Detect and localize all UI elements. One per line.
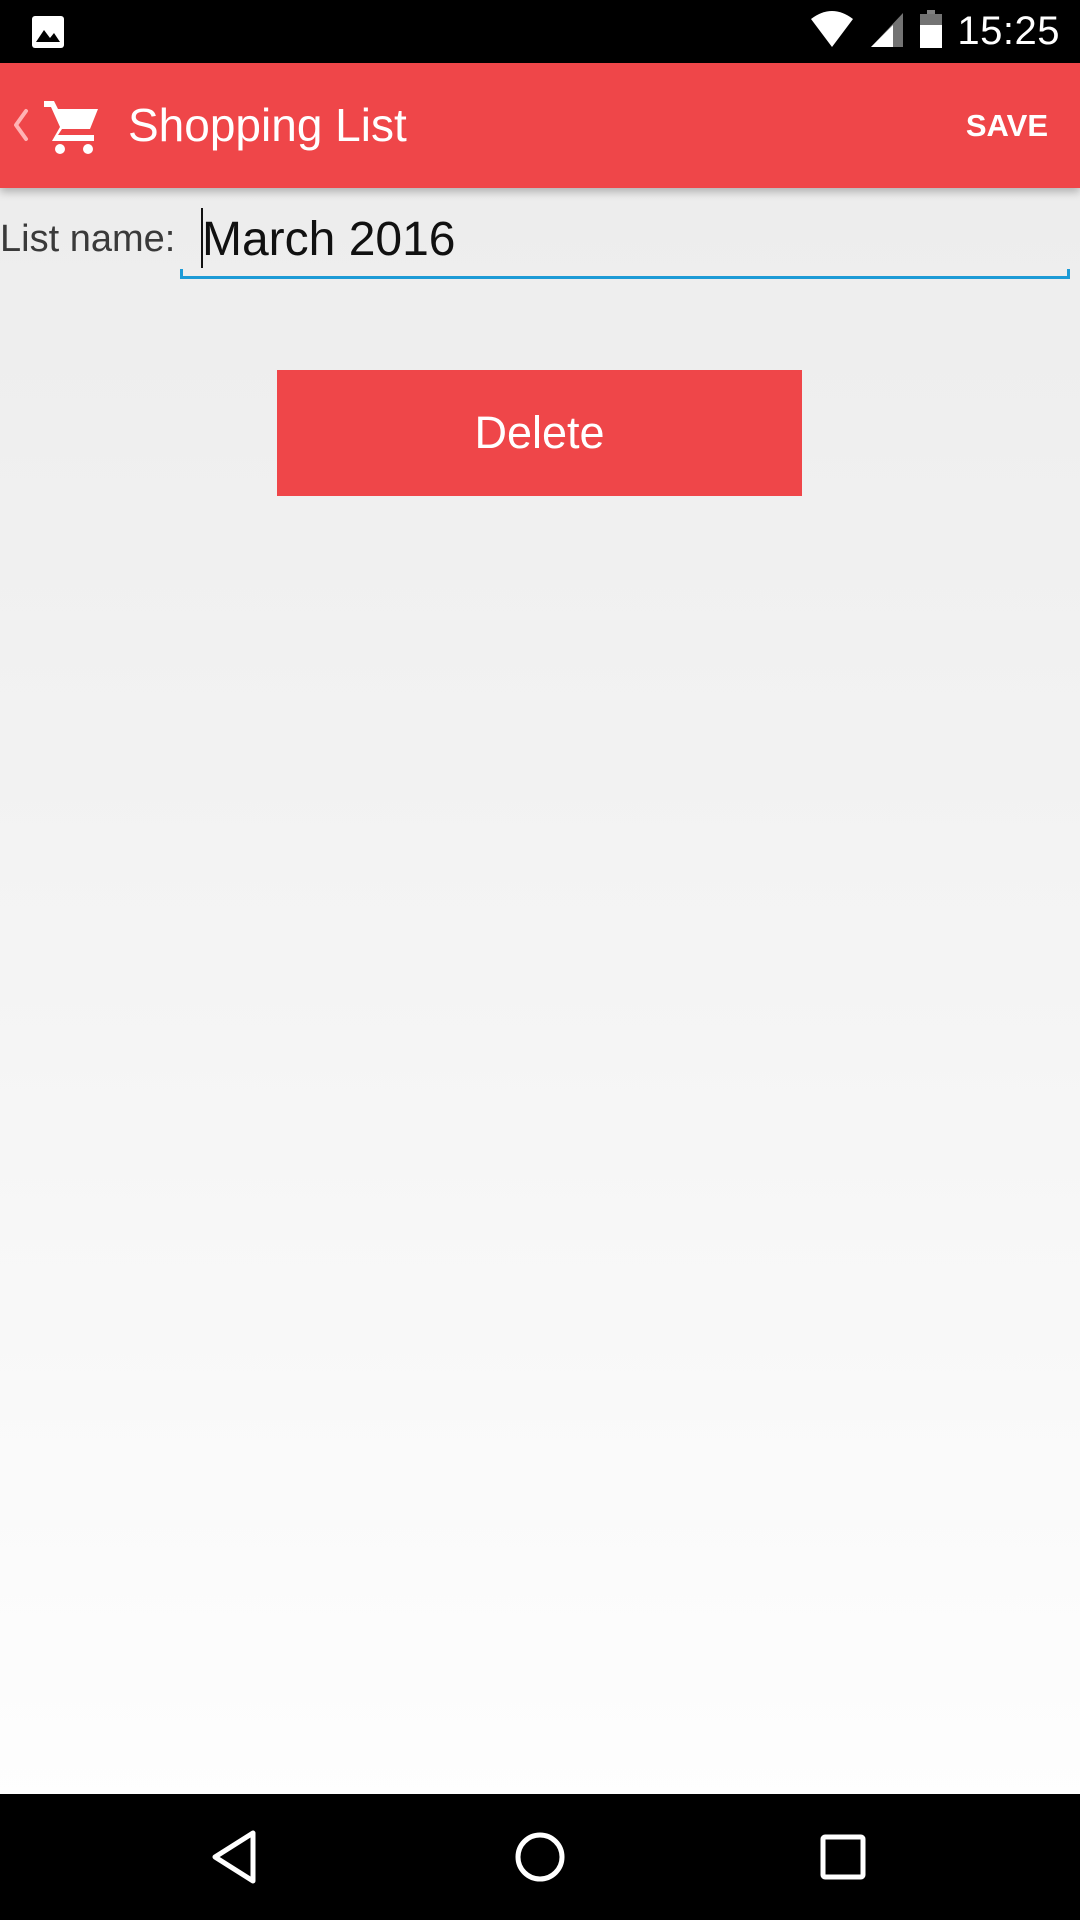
app-bar: Shopping List SAVE	[0, 63, 1080, 188]
wifi-icon	[809, 9, 855, 54]
text-cursor	[201, 208, 203, 268]
status-time: 15:25	[957, 9, 1060, 53]
list-name-value[interactable]: March 2016	[202, 212, 455, 267]
list-name-label: List name:	[0, 218, 176, 260]
shopping-cart-icon[interactable]	[40, 93, 104, 157]
status-icons: 15:25	[809, 0, 1060, 63]
screen: 15:25 Shopping List SAVE List name: Marc…	[0, 0, 1080, 1920]
battery-icon	[919, 9, 943, 54]
navigation-bar	[0, 1794, 1080, 1920]
image-notification-icon	[30, 14, 66, 50]
page-title: Shopping List	[128, 99, 407, 151]
input-underline	[180, 269, 1070, 279]
back-chevron-icon[interactable]	[8, 101, 32, 149]
cellular-signal-icon	[869, 9, 905, 54]
status-bar: 15:25	[0, 0, 1080, 63]
home-circle-icon[interactable]	[510, 1827, 570, 1887]
delete-button[interactable]: Delete	[277, 370, 802, 496]
recents-square-icon[interactable]	[813, 1827, 873, 1887]
back-triangle-icon[interactable]	[207, 1827, 267, 1887]
save-button[interactable]: SAVE	[966, 63, 1048, 188]
